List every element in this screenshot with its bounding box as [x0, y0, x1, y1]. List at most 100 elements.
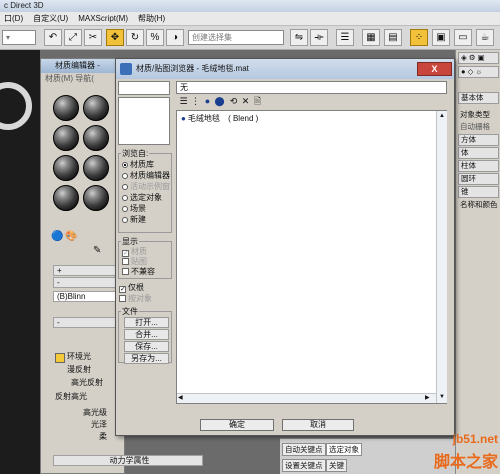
render-frame-icon[interactable]: ▭ — [454, 29, 472, 46]
file-label: 文件 — [121, 307, 139, 316]
material-list[interactable]: ● 毛绒地毯 ( Blend ) ▲ ▼ ◀ ▶ — [176, 110, 447, 404]
checkbox-incompatible[interactable]: 不兼容 — [122, 267, 155, 276]
browse-from-label: 浏览自: — [121, 149, 150, 158]
menu-item-partial[interactable]: 口(D) — [4, 12, 23, 25]
selected-dropdown[interactable]: 选定对象 — [326, 443, 362, 456]
sample-slot[interactable] — [83, 185, 109, 211]
panel-tab-icons[interactable]: ◈ ⚙ ▣ — [458, 52, 499, 64]
specular-label: 高光反射 — [71, 378, 103, 387]
key-filters-button[interactable]: 关键 — [326, 459, 347, 472]
schematic-view-icon[interactable]: ▤ — [384, 29, 402, 46]
sample-slot[interactable] — [83, 95, 109, 121]
name-color-header[interactable]: 名称和颜色 — [458, 200, 499, 212]
save-button[interactable]: 保存... — [124, 341, 169, 352]
material-editor-icon[interactable]: ⁘ — [410, 29, 428, 46]
radio-scene[interactable]: 场景 — [122, 204, 146, 213]
watermark-site: jb51.net — [452, 432, 498, 446]
put-material-icon[interactable]: 🎨 — [65, 231, 77, 242]
diffuse-label: 漫反射 — [67, 365, 91, 374]
sample-slot[interactable] — [83, 125, 109, 151]
named-selection-set-input[interactable]: 创建选择集 — [188, 30, 284, 45]
material-map-browser: 材质/贴图浏览器 - 毛绒地毯.mat X 浏览自: 材质库 材质编辑器 活动示… — [115, 58, 455, 436]
torus-button[interactable]: 圆环 — [458, 173, 499, 185]
checkbox-root-only[interactable]: ✓ 仅根 — [119, 283, 144, 293]
set-key-button[interactable]: 设置关键点 — [282, 459, 326, 472]
pick-material-icon[interactable]: ✎ — [93, 245, 101, 256]
undo-icon[interactable]: ↶ — [44, 29, 62, 46]
scroll-right-arrow[interactable]: ▶ — [425, 394, 430, 403]
command-panel: ◈ ⚙ ▣ ● ◇ ☼ 基本体 对象类型 自动栅格 方体 体 柱体 圆环 锥 名… — [455, 50, 500, 474]
merge-button[interactable]: 合并... — [124, 329, 169, 340]
layer-manager-icon[interactable]: ☰ — [336, 29, 354, 46]
spinner-snap-icon[interactable]: ◑ — [166, 29, 184, 46]
view-list-icon[interactable]: ☰ — [178, 96, 189, 107]
vertical-scrollbar[interactable]: ▲ ▼ — [436, 111, 447, 403]
scroll-up-arrow[interactable]: ▲ — [438, 112, 446, 120]
radio-mtl-editor[interactable]: 材质编辑器 — [122, 171, 170, 180]
sample-slot[interactable] — [83, 155, 109, 181]
menu-item-customize[interactable]: 自定义(U) — [33, 12, 68, 25]
save-as-button[interactable]: 另存为... — [124, 353, 169, 364]
link-icon[interactable]: ⤢ — [64, 29, 82, 46]
sphere-button[interactable]: 体 — [458, 147, 499, 159]
dynamics-rollout[interactable]: 动力学属性 — [53, 455, 203, 466]
align-icon[interactable]: ⟛ — [310, 29, 328, 46]
update-scene-icon[interactable]: ⟲ — [228, 96, 239, 107]
scroll-down-arrow[interactable]: ▼ — [438, 393, 446, 401]
ok-button[interactable]: 确定 — [200, 419, 274, 431]
auto-key-button[interactable]: 自动关键点 — [282, 443, 326, 456]
horizontal-scrollbar[interactable]: ◀ ▶ — [177, 393, 436, 403]
app-title-bar: c Direct 3D — [0, 0, 500, 12]
radio-new[interactable]: 新建 — [122, 215, 146, 224]
view-large-icons-icon[interactable]: ⬤ — [214, 96, 225, 107]
material-editor-menu[interactable]: 材质(M) 导航( — [41, 73, 126, 85]
scroll-left-arrow[interactable]: ◀ — [178, 394, 183, 403]
sample-slot[interactable] — [53, 125, 79, 151]
app-icon — [120, 63, 132, 75]
select-move-icon[interactable]: ✥ — [106, 29, 124, 46]
sample-slot[interactable] — [53, 185, 79, 211]
menu-item-maxscript[interactable]: MAXScript(M) — [78, 12, 128, 25]
cone-button[interactable]: 锥 — [458, 186, 499, 198]
view-options-toolbar: ☰ ⋮ ● ⬤ ⟲ ✕ 🗎 — [176, 95, 447, 109]
cylinder-button[interactable]: 柱体 — [458, 160, 499, 172]
panel-icon-row[interactable]: ● ◇ ☼ — [458, 66, 499, 78]
percent-snap-icon[interactable]: % — [146, 29, 164, 46]
open-button[interactable]: 打开... — [124, 317, 169, 328]
main-toolbar: ▾ ↶ ⤢ ✂ ✥ ↻ % ◑ 创建选择集 ⇋ ⟛ ☰ ▦ ▤ ⁘ ▣ ▭ ☕ — [0, 26, 500, 50]
quick-render-icon[interactable]: ☕ — [476, 29, 494, 46]
material-name-field[interactable] — [118, 81, 170, 95]
clear-library-icon[interactable]: 🗎 — [252, 96, 263, 107]
get-material-icon[interactable]: 🔵 — [51, 231, 63, 242]
unlink-icon[interactable]: ✂ — [84, 29, 102, 46]
primitive-type-dropdown[interactable]: 基本体 — [458, 92, 499, 104]
curve-editor-icon[interactable]: ▦ — [362, 29, 380, 46]
list-item[interactable]: ● 毛绒地毯 ( Blend ) — [181, 114, 421, 124]
cancel-button[interactable]: 取消 — [282, 419, 354, 431]
menu-item-help[interactable]: 帮助(H) — [138, 12, 165, 25]
radio-mtl-library[interactable]: 材质库 — [122, 160, 154, 169]
file-group: 文件 打开... 合并... 保存... 另存为... — [118, 307, 172, 364]
checkbox-maps: 贴图 — [122, 257, 147, 266]
selection-filter-dropdown[interactable]: ▾ — [2, 30, 36, 45]
soften-label: 柔 — [99, 432, 107, 441]
view-small-icons-icon[interactable]: ● — [202, 96, 213, 107]
selection-set-placeholder: 创建选择集 — [192, 33, 232, 42]
watermark-name: 脚本之家 — [433, 454, 498, 471]
radio-selected[interactable]: 选定对象 — [122, 193, 162, 202]
render-setup-icon[interactable]: ▣ — [432, 29, 450, 46]
sample-slot[interactable] — [53, 95, 79, 121]
auto-grid-checkbox[interactable]: 自动栅格 — [458, 122, 499, 134]
view-list-icons-icon[interactable]: ⋮ — [190, 96, 201, 107]
browser-title: 材质/贴图浏览器 - 毛绒地毯.mat — [136, 64, 249, 73]
specular-highlights-label: 反射高光 — [55, 392, 87, 401]
mirror-icon[interactable]: ⇋ — [290, 29, 308, 46]
box-button[interactable]: 方体 — [458, 134, 499, 146]
lock-icon[interactable] — [55, 353, 65, 363]
filter-field[interactable]: 无 — [176, 81, 447, 94]
rotate-icon[interactable]: ↻ — [126, 29, 144, 46]
sample-slot[interactable] — [53, 155, 79, 181]
delete-icon[interactable]: ✕ — [240, 96, 251, 107]
checkbox-materials: ✓ 材质 — [122, 247, 147, 257]
close-button[interactable]: X — [417, 62, 452, 76]
